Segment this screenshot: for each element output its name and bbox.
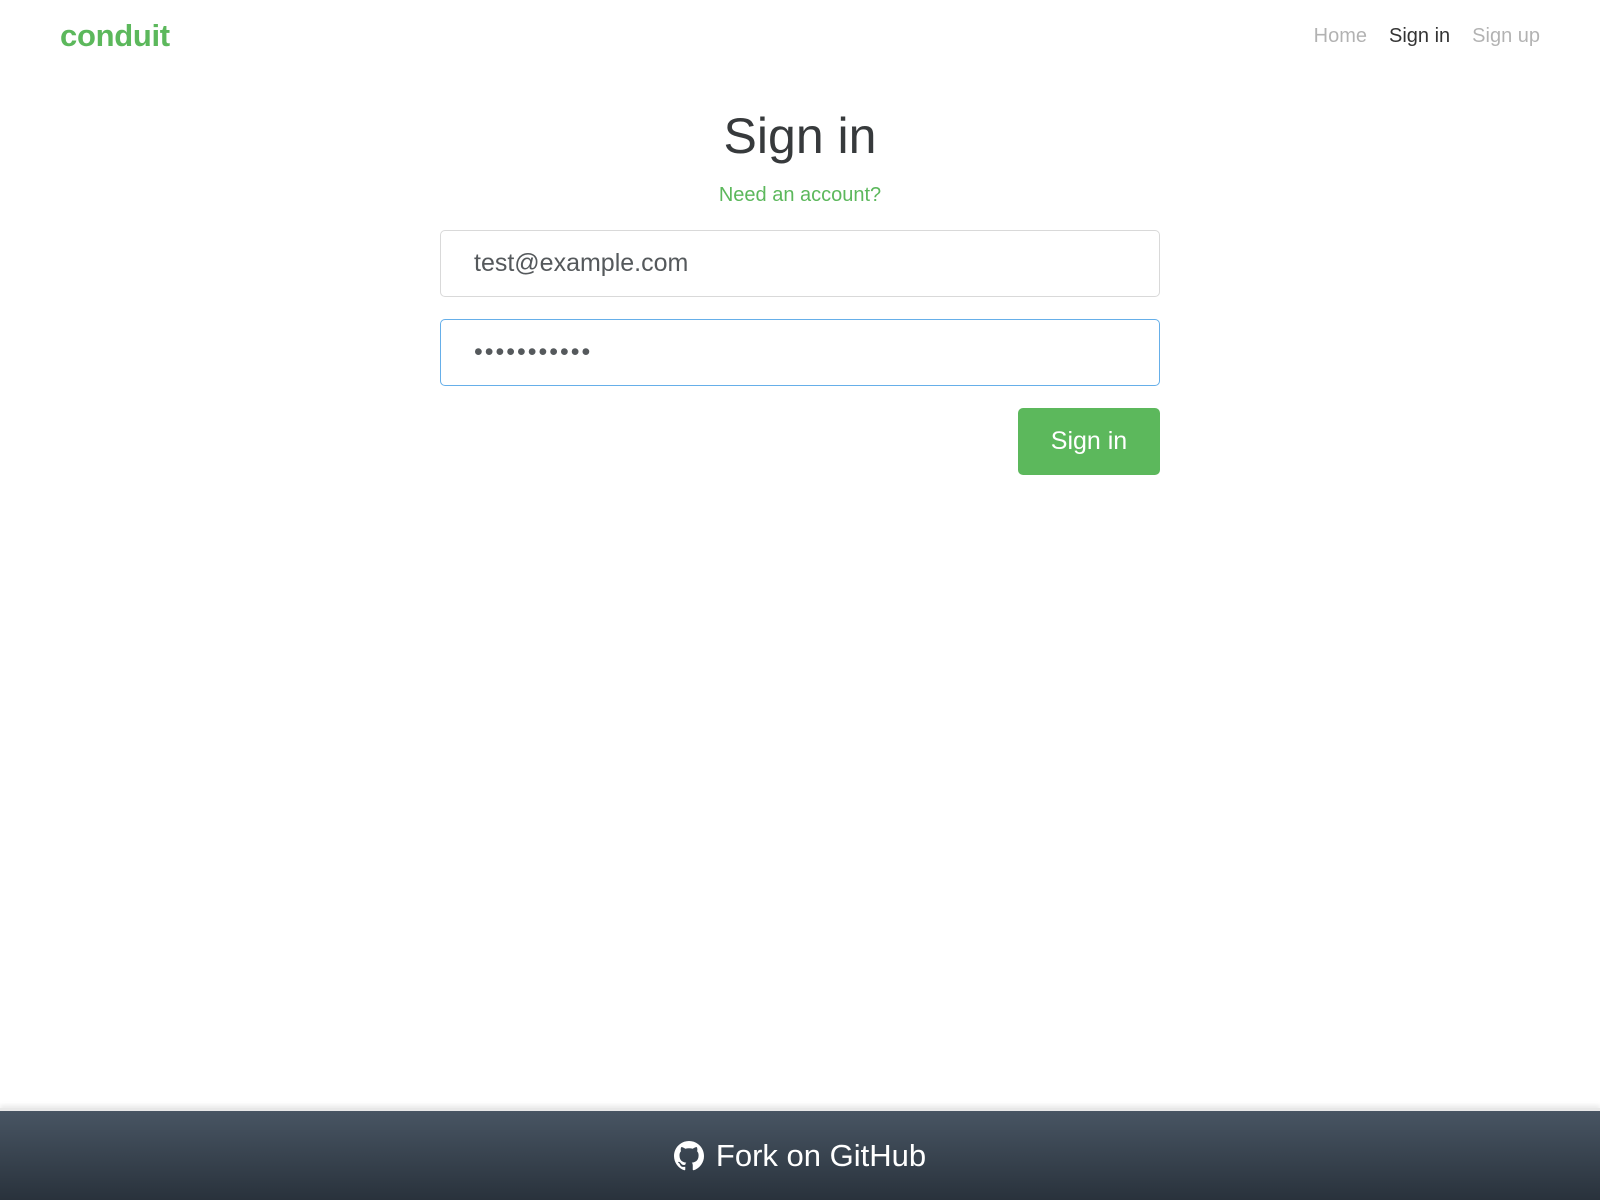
nav-sign-in-link[interactable]: Sign in	[1389, 18, 1450, 54]
sign-in-button[interactable]: Sign in	[1018, 408, 1160, 475]
need-account-link[interactable]: Need an account?	[440, 180, 1160, 210]
auth-container: Sign in Need an account? Sign in	[440, 94, 1160, 475]
footer-github-link[interactable]: Fork on GitHub	[0, 1108, 1600, 1200]
brand-logo[interactable]: conduit	[60, 14, 170, 58]
nav-sign-up-link[interactable]: Sign up	[1472, 18, 1540, 54]
password-field[interactable]	[440, 319, 1160, 386]
page-title: Sign in	[723, 108, 877, 164]
page: conduit Home Sign in Sign up Sign in Nee…	[0, 0, 1600, 1200]
nav-links: Home Sign in Sign up	[1314, 18, 1540, 54]
navbar: conduit Home Sign in Sign up	[0, 0, 1600, 72]
footer-label: Fork on GitHub	[715, 1137, 927, 1173]
form-actions: Sign in	[440, 408, 1160, 475]
sign-in-form: Sign in	[440, 230, 1160, 475]
github-icon	[673, 1140, 704, 1171]
nav-home-link[interactable]: Home	[1314, 18, 1367, 54]
email-field[interactable]	[440, 230, 1160, 297]
